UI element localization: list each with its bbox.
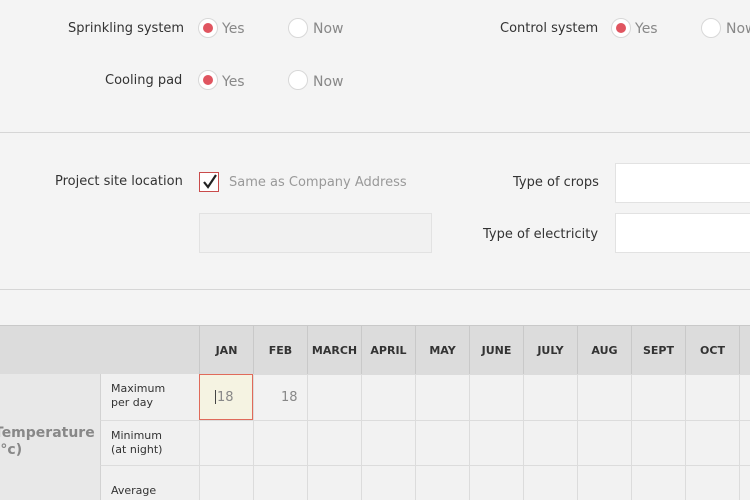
table-cell-avg-may[interactable]	[415, 465, 469, 500]
temperature-label: Temperature	[0, 425, 95, 441]
table-cell-max-march[interactable]	[307, 374, 361, 420]
month-header-oct: OCT	[685, 326, 739, 374]
month-header-aug: AUG	[577, 326, 631, 374]
table-cell-avg-april[interactable]	[361, 465, 415, 500]
table-cell-min-june[interactable]	[469, 420, 523, 465]
table-cell-max-feb[interactable]: 18	[253, 374, 307, 420]
temperature-unit-label: (°c)	[0, 442, 23, 458]
row-label-minimum-line1: Minimum	[111, 429, 162, 442]
table-cell-max-july[interactable]	[523, 374, 577, 420]
row-label-average-line1: Average	[111, 484, 157, 497]
table-cell-max-aug[interactable]	[577, 374, 631, 420]
row-label-maximum-line1: Maximum	[111, 382, 166, 395]
sprinkling-system-label: Sprinkling system	[68, 21, 185, 36]
table-cell-max-jan[interactable]: 18	[199, 374, 253, 420]
cooling-pad-label: Cooling pad	[105, 73, 183, 88]
month-header-jan: JAN	[199, 326, 253, 374]
sprinkling-no-radio[interactable]	[288, 18, 308, 38]
month-header-may: MAY	[415, 326, 469, 374]
type-of-crops-input[interactable]	[615, 163, 750, 203]
same-as-company-checkbox[interactable]	[199, 172, 219, 192]
project-site-location-input[interactable]	[199, 213, 432, 253]
month-header-march: MARCH	[307, 326, 361, 374]
table-cell-min-may[interactable]	[415, 420, 469, 465]
table-cell-max-sept[interactable]	[631, 374, 685, 420]
table-cell-avg-aug[interactable]	[577, 465, 631, 500]
table-cell-avg-sept[interactable]	[631, 465, 685, 500]
cooling-yes-label: Yes	[222, 74, 245, 90]
control-yes-radio[interactable]	[611, 18, 631, 38]
table-cell-avg-jan[interactable]	[199, 465, 253, 500]
same-as-company-label: Same as Company Address	[229, 175, 407, 190]
checkmark-icon	[203, 174, 217, 189]
month-header-sept: SEPT	[631, 326, 685, 374]
table-cell-min-aug[interactable]	[577, 420, 631, 465]
row-label-minimum-line2: (at night)	[111, 443, 163, 456]
row-label-average: Average	[100, 465, 199, 500]
month-header-july: JULY	[523, 326, 577, 374]
row-label-minimum: Minimum (at night)	[100, 420, 199, 465]
control-yes-label: Yes	[635, 21, 658, 37]
table-cell-min-april[interactable]	[361, 420, 415, 465]
table-cell-max-april[interactable]	[361, 374, 415, 420]
table-cell-min-feb[interactable]	[253, 420, 307, 465]
table-cell-avg-march[interactable]	[307, 465, 361, 500]
project-site-location-label: Project site location	[55, 174, 183, 189]
table-cell-min-march[interactable]	[307, 420, 361, 465]
row-label-maximum-line2: per day	[111, 396, 154, 409]
temperature-group-cell: Temperature (°c)	[0, 374, 100, 500]
text-cursor	[215, 390, 216, 404]
table-cell-min-oct[interactable]	[685, 420, 739, 465]
table-cell-max-may[interactable]	[415, 374, 469, 420]
table-cell-avg-july[interactable]	[523, 465, 577, 500]
cooling-no-label: Now	[313, 74, 344, 90]
month-header-april: APRIL	[361, 326, 415, 374]
sprinkling-yes-label: Yes	[222, 21, 245, 37]
cell-value: 18	[281, 390, 298, 405]
control-system-label: Control system	[500, 21, 599, 36]
table-cell-max-oct[interactable]	[685, 374, 739, 420]
table-cell-avg-next[interactable]	[739, 465, 750, 500]
sprinkling-no-label: Now	[313, 21, 344, 37]
control-no-label: Now	[726, 21, 750, 37]
month-header-june: JUNE	[469, 326, 523, 374]
table-cell-avg-feb[interactable]	[253, 465, 307, 500]
section-divider-2	[0, 289, 750, 290]
sprinkling-yes-radio[interactable]	[198, 18, 218, 38]
cooling-no-radio[interactable]	[288, 70, 308, 90]
type-of-electricity-input[interactable]	[615, 213, 750, 253]
table-cell-avg-june[interactable]	[469, 465, 523, 500]
control-no-radio[interactable]	[701, 18, 721, 38]
month-header-feb: FEB	[253, 326, 307, 374]
month-header-next	[739, 326, 750, 374]
cooling-yes-radio[interactable]	[198, 70, 218, 90]
table-cell-max-june[interactable]	[469, 374, 523, 420]
type-of-crops-label: Type of crops	[513, 175, 599, 190]
table-cell-min-jan[interactable]	[199, 420, 253, 465]
cell-value: 18	[217, 389, 234, 405]
table-cell-max-next[interactable]	[739, 374, 750, 420]
table-cell-min-july[interactable]	[523, 420, 577, 465]
row-label-maximum: Maximum per day	[100, 374, 199, 420]
section-divider	[0, 132, 750, 133]
type-of-electricity-label: Type of electricity	[483, 227, 599, 242]
table-cell-min-sept[interactable]	[631, 420, 685, 465]
table-cell-avg-oct[interactable]	[685, 465, 739, 500]
table-cell-min-next[interactable]	[739, 420, 750, 465]
